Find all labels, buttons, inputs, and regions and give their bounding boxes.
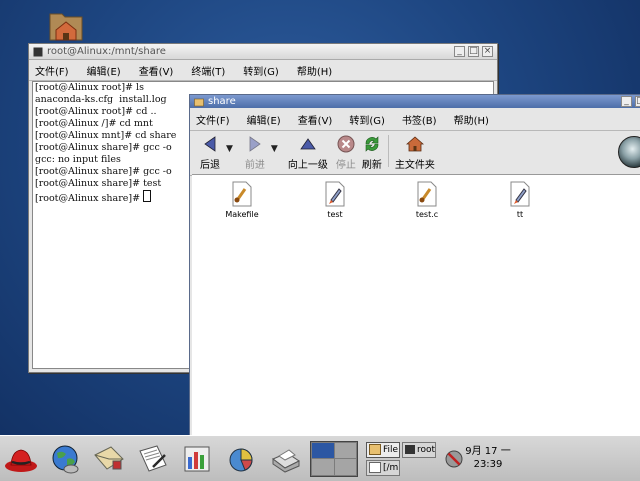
file-manager-window: share _ □ 文件(F) 编辑(E) 查看(V) 转到(G) 书签(B) …: [189, 94, 640, 446]
menu-edit[interactable]: 编辑(E): [87, 63, 121, 78]
file-name: tt: [516, 210, 524, 219]
back-label: 后退: [200, 160, 220, 171]
stop-label: 停止: [335, 160, 356, 171]
terminal-title: root@Alinux:/mnt/share: [47, 46, 166, 57]
forward-button[interactable]: 前进: [245, 135, 265, 171]
refresh-label: 刷新: [361, 160, 382, 171]
forward-arrow-icon: [249, 136, 261, 152]
bar-chart-icon: [184, 446, 210, 471]
file-item-tt[interactable]: tt: [490, 181, 550, 219]
file-manager-title: share: [208, 96, 236, 107]
menu-view[interactable]: 查看(V): [298, 112, 333, 127]
up-label: 向上一级: [287, 160, 328, 171]
home-label: 主文件夹: [394, 160, 435, 171]
workspace-3[interactable]: [312, 459, 334, 475]
activity-throbber-icon: [618, 136, 640, 168]
refresh-icon: [365, 136, 379, 152]
folder-icon: [369, 444, 381, 455]
globe-icon: [52, 445, 79, 473]
terminal-prompt: [root@Alinux share]#: [35, 193, 144, 204]
menu-view[interactable]: 查看(V): [139, 63, 174, 78]
executable-rocket-icon: [325, 181, 345, 207]
terminal-menubar: 文件(F) 编辑(E) 查看(V) 终端(T) 转到(G) 帮助(H): [29, 60, 497, 81]
panel-clock[interactable]: 9月 17 一 23:39: [448, 445, 528, 471]
clock-time: 23:39: [473, 459, 503, 470]
file-manager-titlebar[interactable]: share _ □: [190, 95, 640, 108]
writer-launcher[interactable]: [134, 440, 172, 478]
menu-go[interactable]: 转到(G): [243, 63, 279, 78]
back-button[interactable]: 后退: [200, 135, 220, 171]
file-manager-menubar: 文件(F) 编辑(E) 查看(V) 转到(G) 书签(B) 帮助(H): [190, 108, 640, 131]
forward-label: 前进: [244, 160, 265, 171]
task-label: root: [416, 444, 435, 455]
email-launcher[interactable]: [90, 440, 128, 478]
task-file-manager[interactable]: File: [366, 441, 400, 458]
menu-bookmarks[interactable]: 书签(B): [402, 112, 437, 127]
terminal-window-icon: [33, 47, 43, 56]
maximize-icon[interactable]: □: [468, 46, 479, 57]
menu-go[interactable]: 转到(G): [349, 112, 385, 127]
window-tasklist: File root [/m: [366, 441, 436, 476]
home-icon: [405, 136, 424, 152]
close-icon[interactable]: ×: [482, 46, 493, 57]
menu-help[interactable]: 帮助(H): [454, 112, 489, 127]
task-label: [/m: [383, 462, 399, 473]
document-pen-icon: [139, 444, 167, 472]
terminal-line: [root@Alinux root]# ls: [35, 82, 144, 93]
stop-icon: [337, 135, 355, 153]
main-menu-redhat-button[interactable]: [2, 440, 40, 478]
c-source-file-icon: [417, 181, 437, 207]
workspace-1[interactable]: [312, 442, 334, 458]
envelope-stamp-icon: [94, 445, 124, 470]
workspace-2[interactable]: [334, 442, 356, 458]
task-terminal-mnt[interactable]: [/m: [366, 459, 400, 476]
workspace-pager[interactable]: [310, 440, 358, 477]
file-item-test-c[interactable]: test.c: [397, 181, 457, 219]
task-terminal[interactable]: root: [402, 441, 436, 458]
maximize-icon[interactable]: □: [635, 96, 640, 107]
menu-terminal[interactable]: 终端(T): [191, 63, 225, 78]
file-manager-toolbar: 后退 ▼ 前进 ▼ 向上一级 停止 刷新 主文件夹: [190, 131, 640, 176]
back-arrow-icon: [204, 136, 216, 152]
folder-window-icon: [194, 98, 204, 106]
minimize-icon[interactable]: _: [621, 96, 632, 107]
bottom-panel: File root [/m 9月 17 一 23:39: [0, 435, 640, 481]
file-name: test.c: [415, 210, 439, 219]
spreadsheet-launcher[interactable]: [222, 440, 260, 478]
toolbar-separator: [387, 135, 389, 167]
file-item-makefile[interactable]: Makefile: [212, 181, 272, 219]
file-item-test[interactable]: test: [305, 181, 365, 219]
file-name: test: [327, 210, 343, 219]
menu-file[interactable]: 文件(F): [35, 63, 69, 78]
up-button[interactable]: 向上一级: [288, 135, 328, 171]
workspace-4[interactable]: [334, 459, 356, 475]
menu-file[interactable]: 文件(F): [196, 112, 230, 127]
refresh-button[interactable]: 刷新: [362, 135, 382, 171]
printer-launcher[interactable]: [266, 440, 304, 478]
home-button[interactable]: 主文件夹: [395, 135, 435, 171]
makefile-icon: [232, 181, 252, 207]
presentation-launcher[interactable]: [178, 440, 216, 478]
task-label: File: [383, 444, 399, 455]
text-editor-icon: [369, 462, 381, 473]
menu-edit[interactable]: 编辑(E): [247, 112, 281, 127]
forward-history-dropdown-icon[interactable]: ▼: [271, 144, 278, 154]
terminal-titlebar[interactable]: root@Alinux:/mnt/share _ □ ×: [29, 44, 497, 60]
executable-rocket-icon: [510, 181, 530, 207]
file-name: Makefile: [225, 210, 259, 219]
menu-help[interactable]: 帮助(H): [297, 63, 332, 78]
up-arrow-icon: [300, 138, 316, 150]
pie-chart-icon: [229, 447, 253, 471]
web-browser-launcher[interactable]: [46, 440, 84, 478]
back-history-dropdown-icon[interactable]: ▼: [226, 144, 233, 154]
terminal-cursor: [143, 190, 152, 202]
terminal-icon: [405, 445, 415, 454]
minimize-icon[interactable]: _: [454, 46, 465, 57]
file-icon-view[interactable]: Makefile test test.c tt: [192, 174, 640, 445]
clock-date: 9月 17 一: [465, 446, 511, 457]
desktop-home-folder-icon[interactable]: [48, 8, 84, 42]
stop-button[interactable]: 停止: [336, 135, 356, 171]
printer-icon: [272, 448, 300, 473]
redhat-icon: [5, 449, 37, 472]
